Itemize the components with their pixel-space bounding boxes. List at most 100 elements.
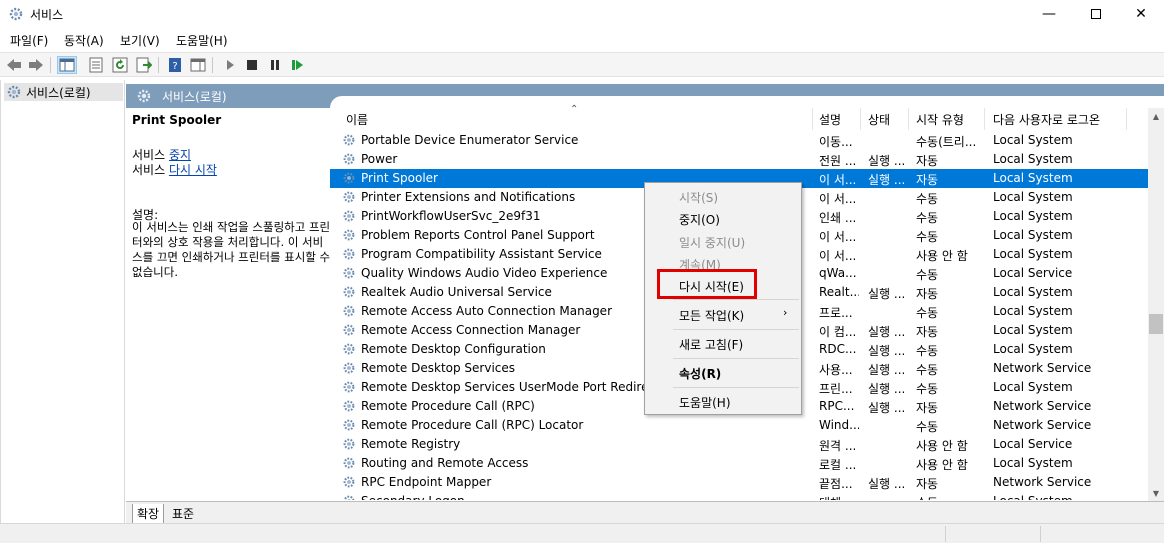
stop-service-link[interactable]: 중지 bbox=[169, 148, 191, 162]
description-text: 이 서비스는 인쇄 작업을 스풀링하고 프린터와의 상호 작용을 처리합니다. … bbox=[132, 220, 331, 279]
service-row[interactable]: Routing and Remote Access 로컬 ... 사용 안 함 Loc… bbox=[330, 454, 1148, 473]
scroll-up-icon[interactable]: ▲ bbox=[1148, 108, 1164, 124]
service-gear-icon bbox=[342, 456, 356, 473]
service-logon-cell: Local System bbox=[993, 133, 1073, 147]
menu-view[interactable]: 보기(V) bbox=[120, 32, 160, 49]
play-icon bbox=[227, 60, 234, 70]
service-gear-icon bbox=[342, 399, 356, 416]
menu-item-stop[interactable]: 중지(O) bbox=[679, 211, 720, 228]
pause-service-button[interactable] bbox=[265, 56, 285, 74]
refresh-toolbar-button[interactable] bbox=[110, 56, 130, 74]
service-logon-cell: Local Service bbox=[993, 437, 1073, 451]
menu-item-all-tasks[interactable]: 모든 작업(K) bbox=[679, 307, 744, 324]
service-gear-icon bbox=[342, 361, 356, 378]
back-button[interactable] bbox=[4, 56, 24, 74]
column-name[interactable]: 이름 bbox=[346, 111, 368, 128]
menu-item-help[interactable]: 도움말(H) bbox=[679, 394, 731, 411]
service-gear-icon bbox=[342, 247, 356, 264]
tree-item-services-local[interactable]: 서비스(로컬) bbox=[4, 83, 123, 101]
column-description[interactable]: 설명 bbox=[819, 111, 841, 128]
service-status-cell: 실행 ... bbox=[868, 363, 906, 377]
export-list-icon bbox=[136, 57, 152, 73]
service-desc-cell: Realt... bbox=[819, 285, 859, 299]
service-startup-cell: 수동 bbox=[916, 420, 939, 434]
service-desc-cell: 이동... bbox=[819, 135, 853, 149]
scroll-down-icon[interactable]: ▼ bbox=[1148, 485, 1164, 501]
service-startup-cell: 수동 bbox=[916, 211, 939, 225]
service-gear-icon bbox=[342, 152, 356, 169]
sort-ascending-icon: ⌃ bbox=[570, 104, 579, 115]
service-status-cell: 실행 ... bbox=[868, 287, 906, 301]
column-status[interactable]: 상태 bbox=[868, 111, 890, 128]
svg-text:?: ? bbox=[172, 61, 177, 72]
service-logon-cell: Local System bbox=[993, 380, 1073, 394]
vertical-scrollbar[interactable]: ▲ ▼ bbox=[1148, 108, 1164, 501]
service-desc-cell: 프린... bbox=[819, 382, 853, 396]
service-row[interactable]: Portable Device Enumerator Service 이동... 수… bbox=[330, 131, 1148, 150]
window-title: 서비스 bbox=[30, 8, 64, 22]
menu-item-refresh[interactable]: 새로 고침(F) bbox=[679, 336, 743, 353]
description-pane: Print Spooler 서비스 중지 서비스 다시 시작 설명: 이 서비스… bbox=[126, 108, 331, 501]
show-console-tree-button[interactable] bbox=[57, 56, 77, 74]
service-status-cell: 실행 ... bbox=[868, 382, 906, 396]
service-status-cell: 실행 ... bbox=[868, 477, 906, 491]
export-list-button[interactable] bbox=[134, 56, 154, 74]
menu-item-properties[interactable]: 속성(R) bbox=[679, 365, 721, 382]
service-name-cell: Remote Registry bbox=[361, 437, 461, 451]
stop-service-button[interactable] bbox=[242, 56, 262, 74]
service-gear-icon bbox=[342, 304, 356, 321]
service-startup-cell: 사용 안 함 bbox=[916, 458, 968, 472]
service-startup-cell: 수동 bbox=[916, 363, 939, 377]
menu-help[interactable]: 도움말(H) bbox=[176, 32, 228, 49]
menu-item-pause[interactable]: 일시 중지(U) bbox=[679, 234, 745, 251]
service-logon-cell: Local System bbox=[993, 190, 1073, 204]
service-desc-cell: qWa... bbox=[819, 266, 857, 280]
service-startup-cell: 자동 bbox=[916, 325, 939, 339]
scroll-thumb[interactable] bbox=[1149, 314, 1163, 334]
help-toolbar-button[interactable]: ? bbox=[165, 56, 185, 74]
column-startup-type[interactable]: 시작 유형 bbox=[916, 111, 964, 128]
service-desc-cell: 이 서... bbox=[819, 173, 857, 187]
minimize-button[interactable]: — bbox=[1026, 0, 1072, 27]
forward-button[interactable] bbox=[26, 56, 46, 74]
service-desc-cell: 원격 ... bbox=[819, 439, 857, 453]
service-logon-cell: Local System bbox=[993, 228, 1073, 242]
service-row[interactable]: Remote Registry 원격 ... 사용 안 함 Local Service bbox=[330, 435, 1148, 454]
service-startup-cell: 자동 bbox=[916, 287, 939, 301]
service-row[interactable]: Power 전원 ... 실행 ... 자동 Local System bbox=[330, 150, 1148, 169]
service-status-cell: 실행 ... bbox=[868, 401, 906, 415]
service-desc-cell: 이 컴... bbox=[819, 325, 857, 339]
maximize-button[interactable] bbox=[1073, 0, 1119, 27]
pause-icon bbox=[271, 60, 279, 70]
column-logon-as[interactable]: 다음 사용자로 로그온 bbox=[993, 111, 1100, 128]
service-desc-cell: Wind... bbox=[819, 418, 859, 432]
status-bar bbox=[0, 523, 1164, 543]
close-button[interactable]: ✕ bbox=[1118, 0, 1164, 27]
services-gear-icon bbox=[8, 6, 24, 22]
service-startup-cell: 수동 bbox=[916, 382, 939, 396]
refresh-icon bbox=[112, 57, 128, 73]
properties-toolbar-button[interactable] bbox=[86, 56, 106, 74]
menu-action[interactable]: 동작(A) bbox=[64, 32, 104, 49]
tab-standard[interactable]: 표준 bbox=[168, 504, 198, 523]
tab-extended[interactable]: 확장 bbox=[132, 504, 165, 524]
action-pane-button[interactable] bbox=[188, 56, 208, 74]
service-row[interactable]: Secondary Logon 대체 ... 수동 Local System bbox=[330, 492, 1148, 500]
service-desc-cell: 인쇄 ... bbox=[819, 211, 857, 225]
restart-service-button[interactable] bbox=[288, 56, 308, 74]
restart-icon bbox=[292, 60, 303, 70]
restart-service-link[interactable]: 다시 시작 bbox=[169, 163, 217, 177]
start-service-button[interactable] bbox=[220, 56, 240, 74]
service-logon-cell: Local System bbox=[993, 323, 1073, 337]
menu-item-start[interactable]: 시작(S) bbox=[679, 189, 718, 206]
service-row[interactable]: Remote Procedure Call (RPC) Locator Wind.… bbox=[330, 416, 1148, 435]
service-list-header: 이름 ⌃ 설명 상태 시작 유형 다음 사용자로 로그온 bbox=[330, 104, 1148, 130]
console-tree-icon bbox=[59, 58, 75, 72]
menu-file[interactable]: 파일(F) bbox=[10, 32, 48, 49]
service-gear-icon bbox=[342, 494, 356, 500]
service-logon-cell: Local System bbox=[993, 247, 1073, 261]
maximize-icon bbox=[1091, 8, 1101, 19]
service-desc-cell: 끝점... bbox=[819, 477, 853, 491]
service-desc-cell: 프로... bbox=[819, 306, 853, 320]
service-row[interactable]: RPC Endpoint Mapper 끝점... 실행 ... 자동 Network … bbox=[330, 473, 1148, 492]
